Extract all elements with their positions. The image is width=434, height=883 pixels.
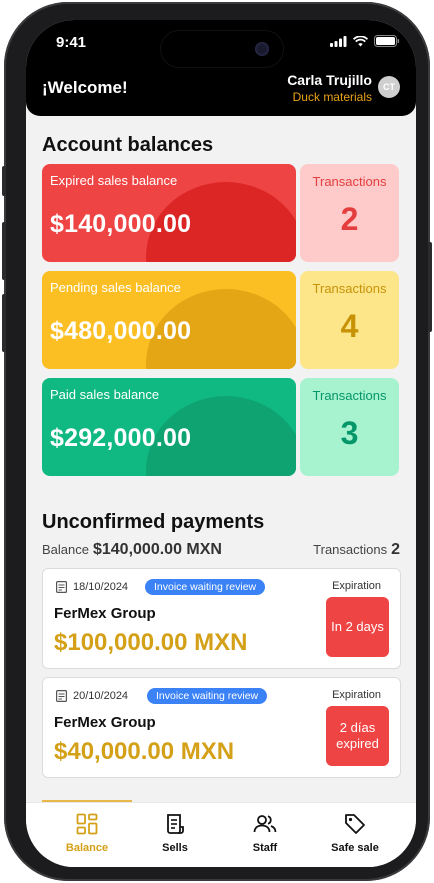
battery-icon [374, 35, 400, 47]
app-screen: 9:41 ¡Welcome! Carla Trujillo Duck mater… [26, 20, 416, 867]
transactions-count: 3 [340, 415, 359, 451]
receipt-icon [167, 814, 184, 834]
transactions-label: Transactions [312, 281, 387, 296]
payment-company: FerMex Group [54, 605, 156, 622]
paid-transactions-card[interactable]: Transactions 3 [300, 378, 399, 476]
expiration-label: Expiration [332, 689, 381, 701]
grid-icon [76, 813, 98, 835]
balance-amount: $140,000.00 MXN [92, 541, 222, 558]
transactions-label: Transactions [312, 388, 387, 403]
status-badge: Invoice waiting review [145, 579, 266, 595]
status-time: 9:41 [56, 34, 87, 51]
payment-card[interactable]: 20/10/2024 Invoice waiting review FerMex… [42, 677, 401, 778]
card-label: Pending sales balance [50, 280, 181, 295]
tab-sells[interactable]: Sells [135, 813, 215, 854]
volume-down-button [2, 294, 6, 352]
unconfirmed-summary: Balance $140,000.00 MXN Transactions 2 [42, 541, 400, 561]
tag-icon [345, 814, 365, 834]
transactions-label: Transactions [312, 174, 387, 189]
power-button [428, 242, 432, 332]
signal-icon [330, 35, 347, 47]
expired-transactions-card[interactable]: Transactions 2 [300, 164, 399, 262]
tab-balance[interactable]: Balance [47, 813, 127, 854]
avatar[interactable]: CT [378, 76, 400, 98]
card-amount: $292,000.00 [50, 424, 192, 452]
user-company: Duck materials [292, 90, 372, 104]
dynamic-island [160, 30, 284, 68]
card-label: Paid sales balance [50, 387, 160, 402]
tab-safe-sale[interactable]: Safe sale [315, 813, 395, 854]
tab-staff[interactable]: Staff [225, 813, 305, 854]
expiration-badge: In 2 days [326, 597, 389, 657]
transactions-count: 2 [391, 541, 400, 558]
user-info[interactable]: Carla Trujillo Duck materials [287, 72, 372, 104]
expired-balance-card[interactable]: Expired sales balance $140,000.00 [42, 164, 296, 262]
transactions-summary: Transactions 2 [313, 541, 400, 559]
card-label: Expired sales balance [50, 173, 178, 188]
payment-amount: $40,000.00 MXN [54, 738, 235, 765]
pending-transactions-card[interactable]: Transactions 4 [300, 271, 399, 369]
unconfirmed-payments-title: Unconfirmed payments [42, 511, 265, 533]
receipt-icon [56, 690, 67, 702]
payment-date: 18/10/2024 [73, 581, 129, 593]
bottom-tab-bar: Balance Sells Staff Safe sale [26, 802, 416, 867]
payment-amount: $100,000.00 MXN [54, 629, 248, 656]
tab-label: Staff [252, 842, 278, 854]
mute-switch [2, 166, 6, 196]
user-name: Carla Trujillo [287, 72, 372, 88]
phone-frame: 9:41 ¡Welcome! Carla Trujillo Duck mater… [2, 2, 432, 881]
tab-label: Sells [162, 842, 188, 854]
transactions-count: 4 [340, 308, 359, 344]
paid-balance-card[interactable]: Paid sales balance $292,000.00 [42, 378, 296, 476]
payment-date: 20/10/2024 [73, 690, 129, 702]
volume-up-button [2, 222, 6, 280]
receipt-icon [56, 581, 67, 593]
expiration-badge: 2 días expired [326, 706, 389, 766]
tab-label: Safe sale [331, 842, 379, 854]
status-badge: Invoice waiting review [147, 688, 268, 704]
card-amount: $480,000.00 [50, 317, 192, 345]
payment-card[interactable]: 18/10/2024 Invoice waiting review FerMex… [42, 568, 401, 669]
card-amount: $140,000.00 [50, 210, 192, 238]
transactions-label: Transactions [313, 542, 388, 557]
camera-icon [255, 42, 269, 56]
users-icon [253, 815, 277, 833]
app-header: 9:41 ¡Welcome! Carla Trujillo Duck mater… [26, 20, 416, 116]
pending-balance-card[interactable]: Pending sales balance $480,000.00 [42, 271, 296, 369]
expiration-label: Expiration [332, 580, 381, 592]
balance-label: Balance [42, 542, 89, 557]
account-balances-title: Account balances [42, 134, 214, 156]
transactions-count: 2 [340, 201, 359, 237]
welcome-heading: ¡Welcome! [42, 78, 128, 97]
status-icons [330, 35, 400, 47]
tab-label: Balance [65, 842, 109, 854]
wifi-icon [353, 35, 368, 46]
payment-company: FerMex Group [54, 714, 156, 731]
